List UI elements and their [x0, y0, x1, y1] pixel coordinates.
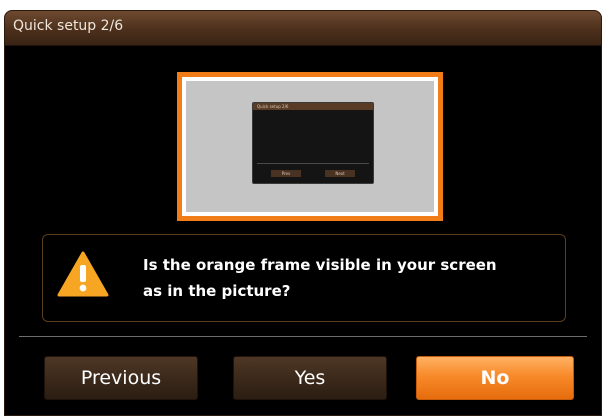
- preview-mini-divider: [257, 163, 369, 164]
- message-line-2: as in the picture?: [143, 282, 291, 300]
- previous-button[interactable]: Previous: [44, 356, 198, 400]
- preview-picture: Quick setup 2/6 Prev Next: [177, 72, 443, 221]
- warning-icon: [57, 251, 109, 297]
- separator: [19, 336, 587, 337]
- message-text: Is the orange frame visible in your scre…: [143, 252, 543, 304]
- no-button[interactable]: No: [416, 356, 574, 400]
- dialog-title: Quick setup 2/6: [13, 18, 124, 34]
- message-line-1: Is the orange frame visible in your scre…: [143, 256, 497, 274]
- quick-setup-dialog: Quick setup 2/6 Quick setup 2/6 Prev Nex…: [4, 10, 602, 416]
- preview-screen: Quick setup 2/6 Prev Next: [186, 81, 434, 212]
- title-bar: Quick setup 2/6: [5, 11, 601, 46]
- preview-mini-button-prev: Prev: [271, 170, 301, 177]
- message-box: Is the orange frame visible in your scre…: [42, 234, 566, 322]
- preview-mini-window: Quick setup 2/6 Prev Next: [252, 102, 374, 184]
- preview-mini-title: Quick setup 2/6: [253, 103, 373, 110]
- preview-mini-button-next: Next: [325, 170, 355, 177]
- yes-button[interactable]: Yes: [233, 356, 387, 400]
